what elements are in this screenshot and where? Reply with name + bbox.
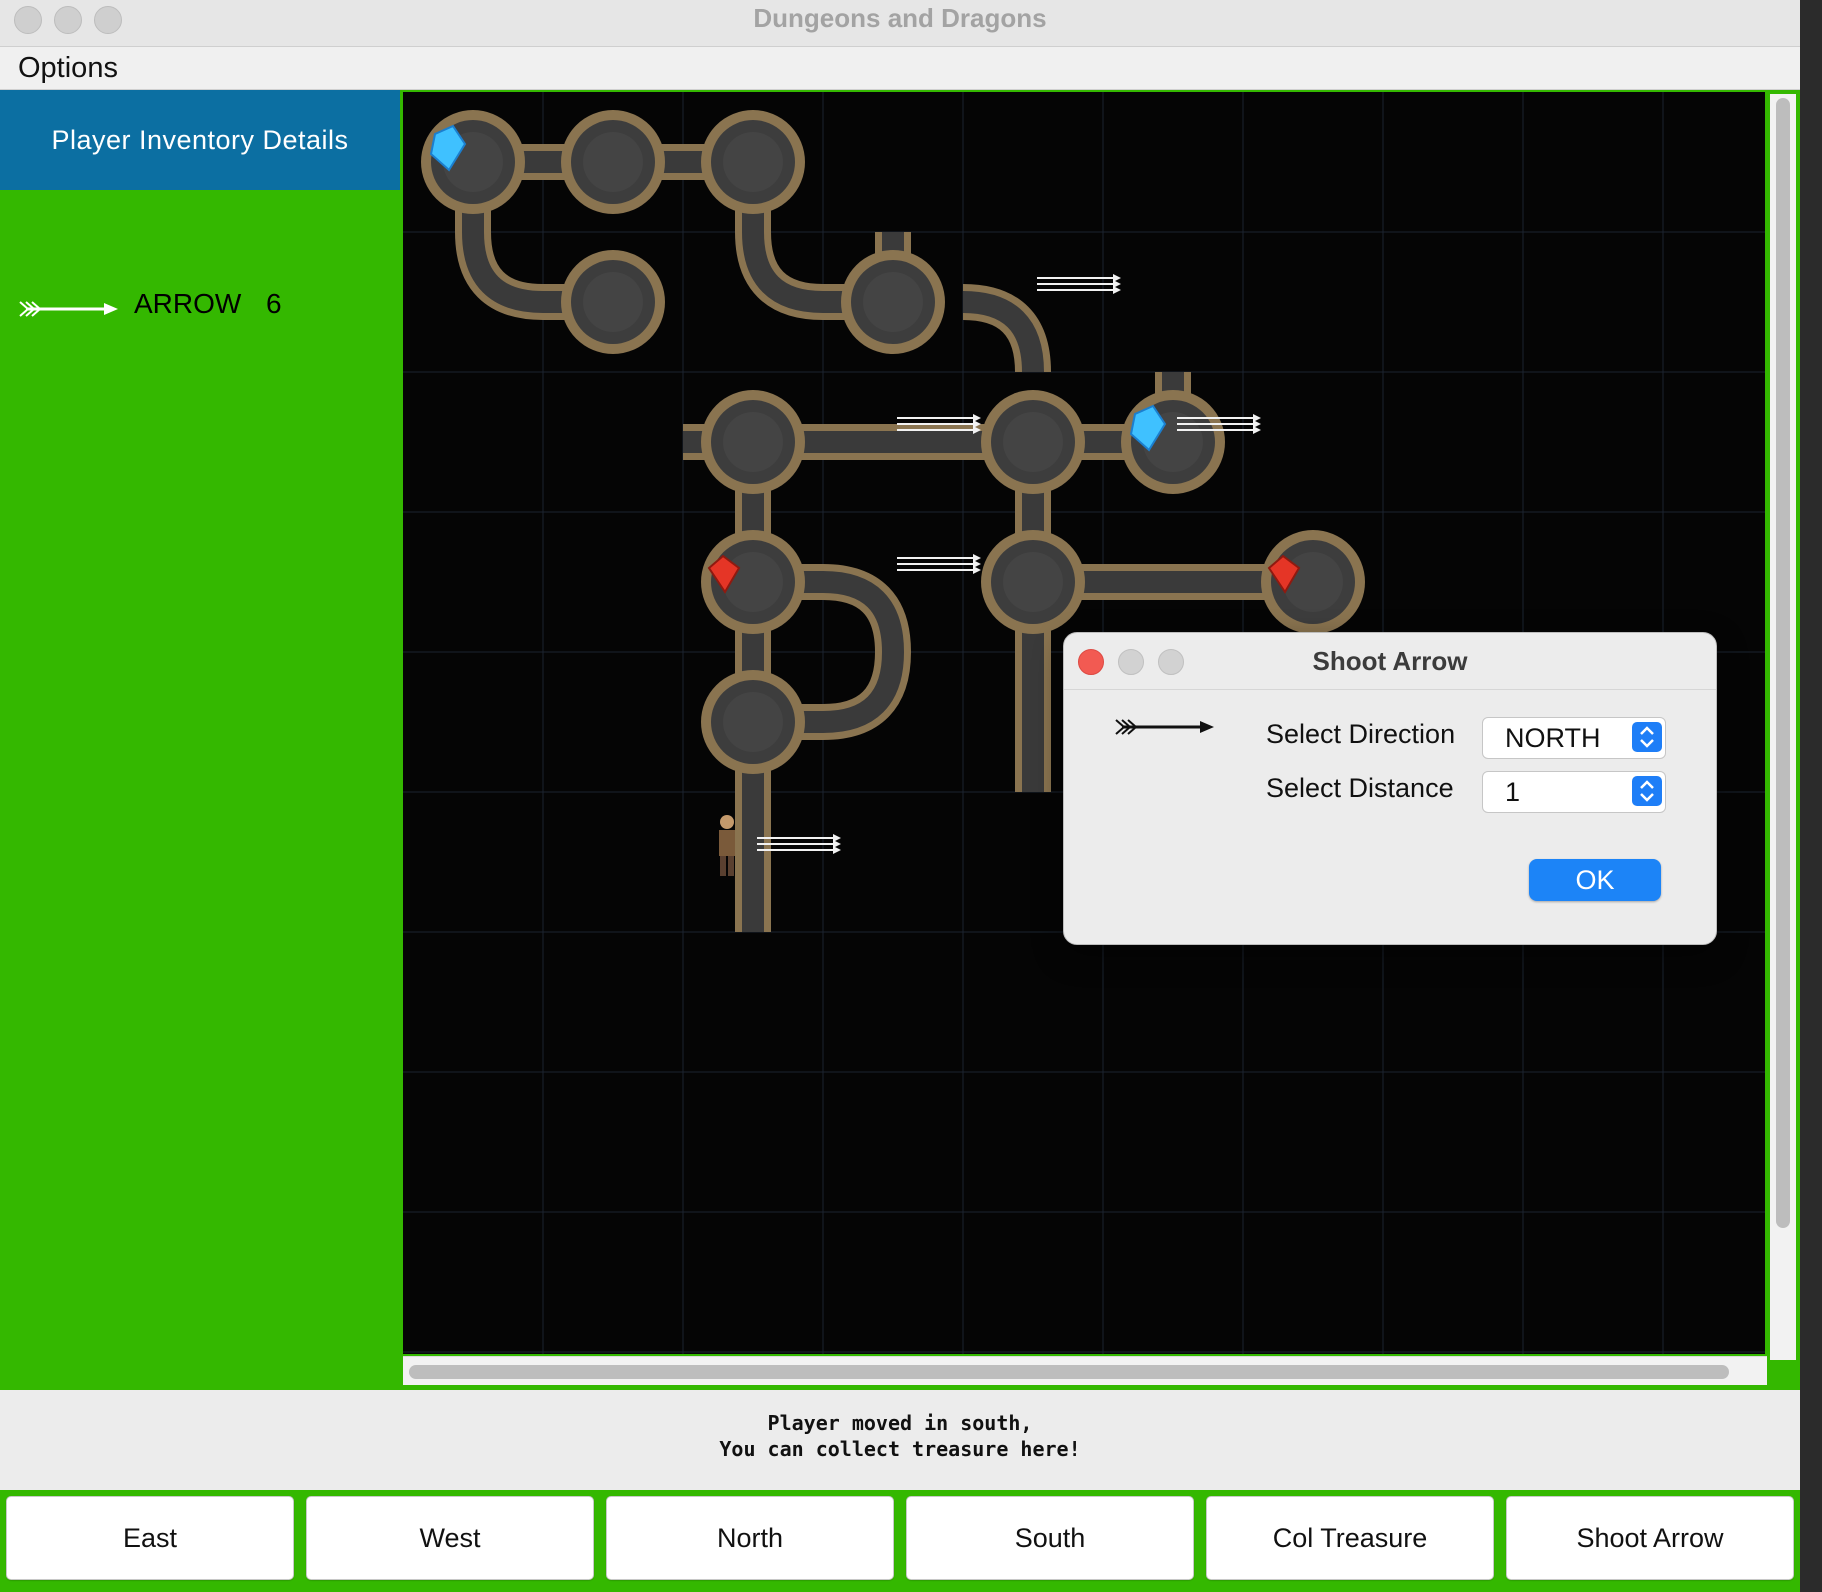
- distance-select[interactable]: 1: [1482, 771, 1666, 813]
- player-icon: [720, 856, 726, 876]
- background-editor-window: [1800, 0, 1822, 1592]
- distance-stepper-icon[interactable]: [1632, 776, 1662, 806]
- window-title: Dungeons and Dragons: [753, 3, 1047, 33]
- west-button[interactable]: West: [306, 1496, 594, 1580]
- shoot-arrow-button[interactable]: Shoot Arrow: [1506, 1496, 1794, 1580]
- arrow-icon: [18, 294, 118, 317]
- collect-treasure-button[interactable]: Col Treasure: [1206, 1496, 1494, 1580]
- cave-room: [583, 272, 643, 332]
- east-button[interactable]: East: [6, 1496, 294, 1580]
- title-bar: Dungeons and Dragons: [0, 0, 1800, 47]
- vertical-scrollbar[interactable]: [1770, 94, 1796, 1360]
- player-icon: [720, 815, 734, 829]
- vertical-scroll-thumb[interactable]: [1776, 98, 1790, 1228]
- north-button[interactable]: North: [606, 1496, 894, 1580]
- distance-label: Select Distance: [1266, 773, 1454, 803]
- cave-room: [583, 132, 643, 192]
- shoot-arrow-dialog: Shoot Arrow Select Direction NORTH Selec…: [1063, 632, 1717, 945]
- menu-options[interactable]: Options: [18, 50, 118, 86]
- cave-room: [723, 412, 783, 472]
- direction-label: Select Direction: [1266, 719, 1456, 749]
- dialog-title: Shoot Arrow: [1312, 646, 1468, 676]
- direction-stepper-icon[interactable]: [1632, 722, 1662, 752]
- player-icon: [728, 856, 734, 876]
- south-button[interactable]: South: [906, 1496, 1194, 1580]
- menu-bar: Options: [0, 47, 1800, 90]
- distance-value: 1: [1505, 777, 1521, 807]
- horizontal-scrollbar[interactable]: [403, 1356, 1767, 1385]
- status-line-2: You can collect treasure here!: [719, 1437, 1081, 1461]
- status-line-1: Player moved in south,: [767, 1411, 1033, 1435]
- cave-room: [723, 132, 783, 192]
- horizontal-scroll-thumb[interactable]: [409, 1365, 1729, 1379]
- cave-room: [1003, 412, 1063, 472]
- inventory-item-name: ARROW: [134, 288, 242, 319]
- cave-room: [723, 692, 783, 752]
- arrow-icon: [1114, 717, 1214, 737]
- inventory-item-count: 6: [266, 288, 282, 319]
- cave-room: [863, 272, 923, 332]
- cave-room: [723, 552, 783, 612]
- inventory-panel: Player Inventory Details ARROW 6: [0, 90, 400, 1390]
- player-icon: [719, 830, 735, 856]
- inventory-header: Player Inventory Details: [0, 90, 400, 190]
- direction-value: NORTH: [1505, 723, 1601, 753]
- action-bar: East West North South Col Treasure Shoot…: [0, 1490, 1800, 1592]
- dialog-title-bar: Shoot Arrow: [1064, 633, 1716, 690]
- cave-room: [1003, 552, 1063, 612]
- ok-button[interactable]: OK: [1529, 859, 1661, 901]
- cave-room: [1283, 552, 1343, 612]
- inventory-item: ARROW 6: [18, 288, 378, 328]
- direction-select[interactable]: NORTH: [1482, 717, 1666, 759]
- status-message: Player moved in south, You can collect t…: [400, 1410, 1400, 1470]
